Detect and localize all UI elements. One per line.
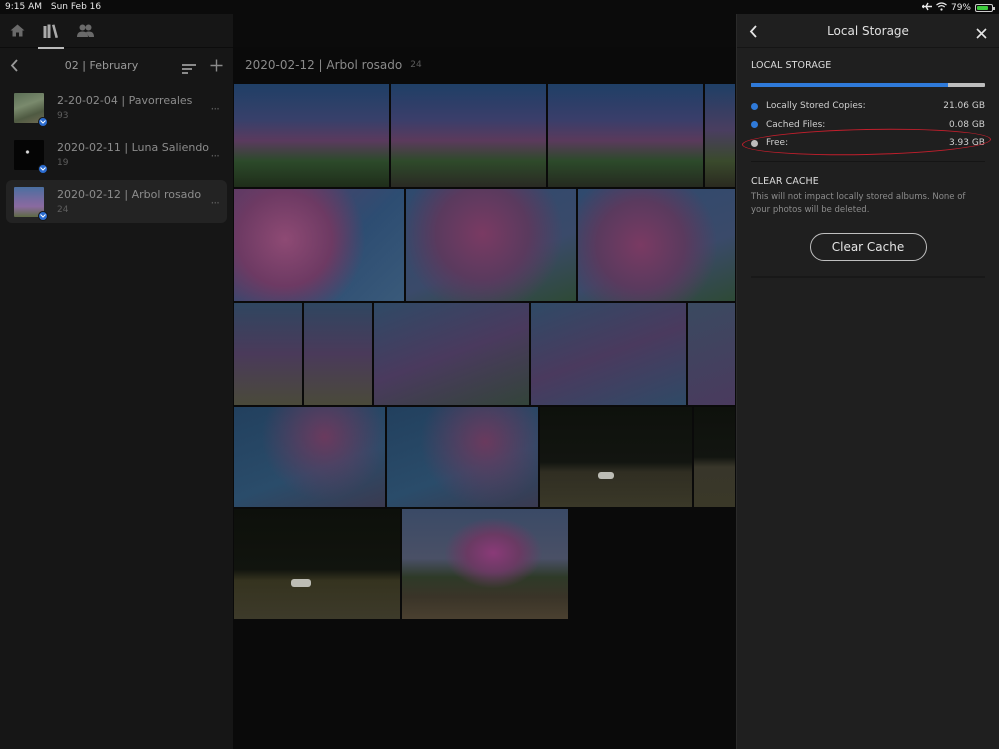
photo-thumbnail[interactable] [687, 302, 736, 406]
photo-thumbnail[interactable] [577, 188, 736, 302]
photo-thumbnail[interactable] [233, 302, 303, 406]
divider [751, 275, 985, 278]
folder-title: 02 | February [64, 58, 139, 72]
status-time: 9:15 AM [5, 2, 42, 12]
album-name: 2-20-02-04 | Pavorreales [57, 94, 193, 107]
more-options-icon[interactable]: ··· [211, 196, 221, 210]
photo-thumbnail[interactable] [386, 406, 539, 508]
storage-label: Free: [766, 138, 789, 149]
storage-used-fill [751, 83, 949, 87]
storage-label: Cached Files: [766, 119, 826, 130]
synced-badge-icon [38, 210, 48, 221]
more-options-icon[interactable]: ··· [211, 102, 221, 116]
album-title: 2020-02-12 | Arbol rosado [245, 58, 403, 72]
photo-thumbnail[interactable] [539, 406, 693, 508]
album-thumbnail [14, 92, 48, 127]
album-count: 93 [57, 111, 69, 121]
album-count: 19 [57, 158, 69, 168]
photo-thumbnail[interactable] [390, 83, 547, 188]
panel-header: Local Storage [737, 14, 999, 48]
album-folder-header: 02 | February [0, 48, 233, 82]
back-button[interactable] [10, 57, 19, 76]
airplane-icon [921, 2, 932, 14]
album-name: 2020-02-11 | Luna Saliendo [57, 141, 210, 154]
section-title-local-storage: LOCAL STORAGE [751, 60, 832, 71]
photo-thumbnail[interactable] [233, 188, 405, 302]
blue-dot-icon [751, 121, 758, 129]
storage-row-cached-files: Cached Files: 0.08 GB [751, 116, 985, 135]
album-thumbnail [14, 139, 48, 174]
clear-cache-description: This will not impact locally stored albu… [751, 191, 966, 215]
album-thumbnail [14, 186, 48, 221]
album-header: 2020-02-12 | Arbol rosado 24 [233, 47, 736, 83]
battery-percent: 79% [950, 3, 971, 13]
photo-thumbnail[interactable] [547, 83, 704, 188]
more-options-icon[interactable]: ··· [211, 149, 221, 163]
storage-usage-bar [751, 83, 985, 87]
photo-count: 24 [410, 60, 422, 70]
storage-value: 21.06 GB [943, 101, 985, 112]
battery-charging-icon [975, 4, 995, 12]
storage-row-free: Free: 3.93 GB [751, 134, 985, 153]
sidebar: 02 | February 2-20-02-04 | Pavorreales 9… [0, 14, 233, 749]
panel-title: Local Storage [827, 23, 909, 38]
photo-subject [598, 472, 614, 479]
photo-thumbnail[interactable] [233, 83, 390, 188]
photo-subject [291, 579, 311, 587]
people-icon[interactable] [76, 22, 94, 40]
storage-value: 3.93 GB [948, 138, 985, 149]
album-list: 2-20-02-04 | Pavorreales 93 ··· 2020-02-… [0, 82, 233, 231]
back-button[interactable] [749, 23, 758, 42]
local-storage-panel: Local Storage LOCAL STORAGE Locally Stor… [736, 14, 999, 749]
top-nav [0, 14, 233, 49]
close-button[interactable] [976, 24, 987, 43]
photo-thumbnail[interactable] [405, 188, 577, 302]
photo-thumbnail[interactable] [233, 508, 401, 620]
status-bar: 9:15 AM Sun Feb 16 79% [0, 0, 999, 14]
album-count: 24 [57, 205, 69, 215]
storage-legend: Locally Stored Copies: 21.06 GB Cached F… [751, 97, 985, 153]
storage-label: Locally Stored Copies: [766, 101, 866, 112]
clear-cache-button[interactable]: Clear Cache [809, 232, 927, 261]
blue-dot-icon [751, 102, 758, 110]
status-date: Sun Feb 16 [50, 2, 102, 12]
home-icon[interactable] [8, 22, 26, 40]
photo-grid-area: 2020-02-12 | Arbol rosado 24 [233, 47, 736, 749]
wifi-icon [936, 2, 947, 14]
gray-dot-icon [751, 139, 758, 147]
photo-thumbnail[interactable] [303, 302, 373, 406]
album-item-pavorreales[interactable]: 2-20-02-04 | Pavorreales 93 ··· [6, 86, 227, 129]
photo-thumbnail[interactable] [373, 302, 530, 406]
sort-icon[interactable] [182, 59, 196, 78]
album-item-arbol-rosado[interactable]: 2020-02-12 | Arbol rosado 24 ··· [6, 180, 227, 223]
album-name: 2020-02-12 | Arbol rosado [57, 188, 202, 201]
photo-thumbnail[interactable] [530, 302, 687, 406]
storage-row-local-copies: Locally Stored Copies: 21.06 GB [751, 97, 985, 116]
album-item-luna-saliendo[interactable]: 2020-02-11 | Luna Saliendo 19 ··· [6, 133, 227, 176]
section-title-clear-cache: CLEAR CACHE [751, 175, 819, 187]
synced-badge-icon [38, 116, 48, 127]
library-icon[interactable] [38, 22, 64, 49]
divider [751, 160, 985, 162]
synced-badge-icon [38, 163, 48, 174]
photo-thumbnail[interactable] [693, 406, 736, 508]
add-album-button[interactable] [210, 57, 223, 76]
photo-thumbnail[interactable] [401, 508, 569, 620]
photo-thumbnail[interactable] [704, 83, 736, 188]
storage-value: 0.08 GB [948, 119, 985, 130]
photo-thumbnail[interactable] [233, 406, 386, 508]
